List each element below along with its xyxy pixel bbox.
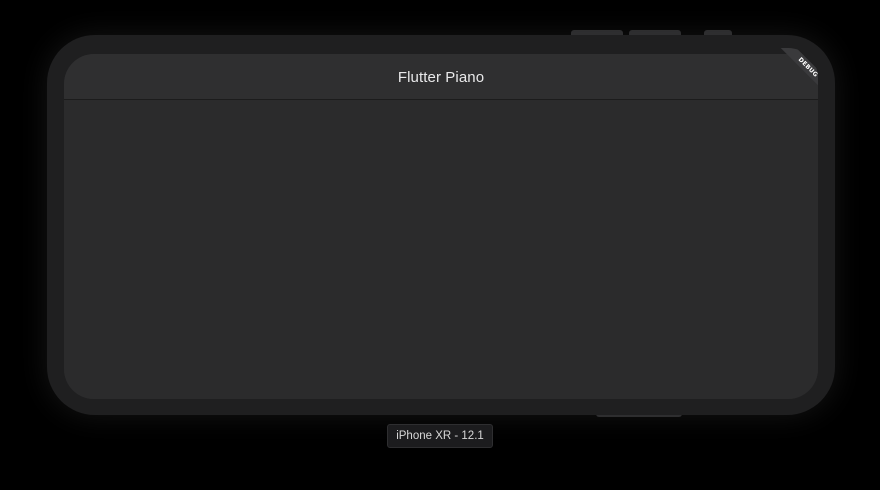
device-name-label: iPhone XR - 12.1 bbox=[387, 424, 493, 448]
device-screen[interactable]: Flutter Piano bbox=[64, 54, 818, 399]
app-title: Flutter Piano bbox=[397, 69, 485, 86]
debug-banner-container: DEBUG bbox=[748, 48, 818, 108]
piano-body[interactable] bbox=[64, 100, 818, 399]
simulator-window: Flutter Piano DEBUG iPhone XR - 12.1 bbox=[0, 0, 880, 490]
app-bar: Flutter Piano bbox=[64, 54, 818, 100]
